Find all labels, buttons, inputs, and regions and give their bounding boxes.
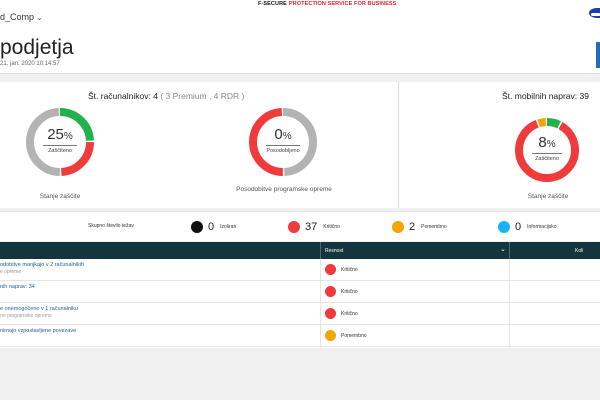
table-row[interactable]: odobitve manjkajo v 2 računalnikih e opr… [0,259,600,281]
updates-caption: Posodobitve programske opreme [236,186,332,193]
brand-main: F-SECURE [258,1,287,7]
chevron-down-icon: ⌄ [36,13,43,22]
issue-severity: Kritično [341,267,358,273]
isolated-dot-icon [191,221,203,233]
protection-percent: 25% [47,126,73,143]
mobile-protection-label: Zaščiteno [535,156,559,162]
severity-isolated[interactable]: 0 Izoliran [191,220,236,234]
issue-subtitle: e opreme [0,269,22,275]
important-dot-icon [392,221,404,233]
last-updated-date: 21. jan. 2020 10:14:57 [0,61,60,67]
info-label: Informacijsko [527,224,557,230]
computer-protection-donut[interactable]: 25% Zaščiteno [26,108,94,176]
donut-divider [532,153,562,154]
critical-dot-icon [288,221,300,233]
donut-divider [266,145,300,146]
column-separator [320,242,321,259]
company-name: d_Comp [0,12,35,22]
important-count: 2 [409,221,416,233]
computers-card-title: Št. računalnikov: 4 ( 3 Premium , 4 RDR … [88,91,244,101]
issue-title[interactable]: nih naprav: 34 [0,284,35,290]
updates-percent: 0% [274,126,292,143]
severity-summary-label: Skupno število težav [88,223,134,229]
page-title: podjetja [0,36,74,59]
brand-sub: PROTECTION SERVICE FOR BUSINESS [288,1,397,7]
issues-table: Resnost ⌄ Koli odobitve manjkajo v 2 rač… [0,242,600,348]
table-row[interactable]: e onemogočeno v 1 računalniku no program… [0,303,600,325]
info-count: 0 [515,221,522,233]
protection-caption: Stanje zaščite [39,193,81,200]
computers-detail: ( 3 Premium , 4 RDR ) [160,91,245,101]
mobile-card-title: Št. mobilnih naprav: 39 [502,91,589,101]
severity-dot-icon [325,286,336,297]
table-header: Resnost ⌄ Koli [0,242,600,259]
page-header: podjetja 21. jan. 2020 10:14:57 [0,28,600,74]
table-row[interactable]: nih naprav: 34 Kritično [0,281,600,303]
issue-severity: Pomembno [341,333,367,339]
critical-count: 37 [305,221,318,233]
software-updates-donut[interactable]: 0% Posodobljeno [249,108,317,176]
important-label: Pomembno [421,224,447,230]
company-selector[interactable]: d_Comp ⌄ [0,12,43,22]
issue-severity: Kritično [341,311,358,317]
donut-divider [43,145,77,146]
isolated-label: Izoliran [220,224,237,230]
severity-dot-icon [325,308,336,319]
severity-summary: Skupno število težav 0 Izoliran 37 Kriti… [0,211,600,241]
severity-column-header[interactable]: Resnost [325,248,343,254]
issue-title[interactable]: odobitve manjkajo v 2 računalnikih [0,262,84,268]
top-bar: d_Comp ⌄ F-SECURE PROTECTION SERVICE FOR B… [0,0,600,28]
isolated-count: 0 [208,221,215,233]
protection-label: Zaščiteno [48,148,72,154]
chevron-down-icon[interactable]: ⌄ [500,245,506,253]
severity-critical[interactable]: 37 Kritično [288,220,340,234]
severity-info[interactable]: 0 Informacijsko [498,220,557,234]
action-button[interactable] [596,42,600,68]
issue-subtitle: no programsko opremo [0,313,52,319]
issue-severity: Kritično [341,289,358,295]
info-dot-icon [498,221,510,233]
count-column-header[interactable]: Koli [575,248,583,254]
severity-dot-icon [325,330,336,341]
issue-title[interactable]: nimajo vzpostavljene povezave [0,328,76,334]
mobile-protection-caption: Stanje zaščite [527,193,569,200]
brand-logo: F-SECURE PROTECTION SERVICE FOR BUSINESS [258,1,396,7]
mobile-protection-percent: 8% [538,134,556,151]
issue-title[interactable]: e onemogočeno v 1 računalniku [0,306,78,312]
user-avatar-icon[interactable] [589,8,600,18]
card-divider [398,82,399,208]
critical-label: Kritično [323,224,340,230]
computers-count: Št. računalnikov: 4 [88,91,158,101]
mobile-protection-donut[interactable]: 8% Zaščiteno [515,118,579,182]
updates-label: Posodobljeno [266,148,300,154]
severity-dot-icon [325,264,336,275]
table-row[interactable]: nimajo vzpostavljene povezave Pomembno [0,325,600,347]
column-separator [509,242,510,259]
severity-important[interactable]: 2 Pomembno [392,220,447,234]
overview-cards: Št. računalnikov: 4 ( 3 Premium , 4 RDR … [0,82,600,208]
